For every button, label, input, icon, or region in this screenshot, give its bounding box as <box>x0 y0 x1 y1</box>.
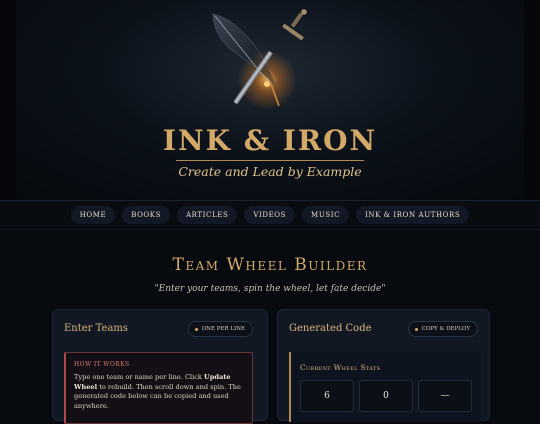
brand-title: INK & IRON <box>162 124 378 157</box>
nav-item-books[interactable]: Books <box>122 206 170 224</box>
nav-item-music[interactable]: Music <box>302 206 350 224</box>
nav-item-home[interactable]: Home <box>70 206 116 224</box>
how-it-works-box: How it works Type one team or name per l… <box>64 352 253 424</box>
enter-teams-title: Enter Teams <box>64 323 129 334</box>
nav-item-articles[interactable]: Articles <box>177 206 238 224</box>
copy-deploy-button[interactable]: Copy & Deploy <box>407 321 478 337</box>
one-per-line-label: One Per Line <box>201 326 245 332</box>
how-it-works-title: How it works <box>74 361 130 368</box>
stat-last-winner: — <box>418 380 472 412</box>
page-subtitle: "Enter your teams, spin the wheel, let f… <box>154 284 386 294</box>
nav-divider-bottom <box>0 229 540 230</box>
wheel-stats-box: Current Wheel Stats 6 0 — <box>289 352 481 422</box>
nav-item-videos[interactable]: Videos <box>244 206 296 224</box>
stat-team-count: 6 <box>300 380 354 412</box>
dot-icon <box>194 327 198 331</box>
enter-teams-panel: Enter Teams One Per Line How it works Ty… <box>52 309 268 424</box>
wheel-stats-title: Current Wheel Stats <box>300 363 381 372</box>
dot-icon <box>414 327 418 331</box>
one-per-line-badge: One Per Line <box>187 321 253 337</box>
brand-divider <box>176 160 364 161</box>
main-nav: Home Books Articles Videos Music Ink & I… <box>0 201 540 229</box>
page-title: Team Wheel Builder <box>172 255 368 275</box>
quill-and-sword-icon <box>212 9 307 110</box>
brand-tagline: Create and Lead by Example <box>178 164 362 179</box>
generated-code-title: Generated Code <box>289 323 372 334</box>
generated-code-panel: Generated Code Copy & Deploy Current Whe… <box>277 309 490 422</box>
nav-item-authors[interactable]: Ink & Iron Authors <box>356 206 470 224</box>
copy-deploy-label: Copy & Deploy <box>421 326 470 332</box>
stat-spin-count: 0 <box>359 380 413 412</box>
how-it-works-text: Type one team or name per line. Click Up… <box>74 373 241 410</box>
